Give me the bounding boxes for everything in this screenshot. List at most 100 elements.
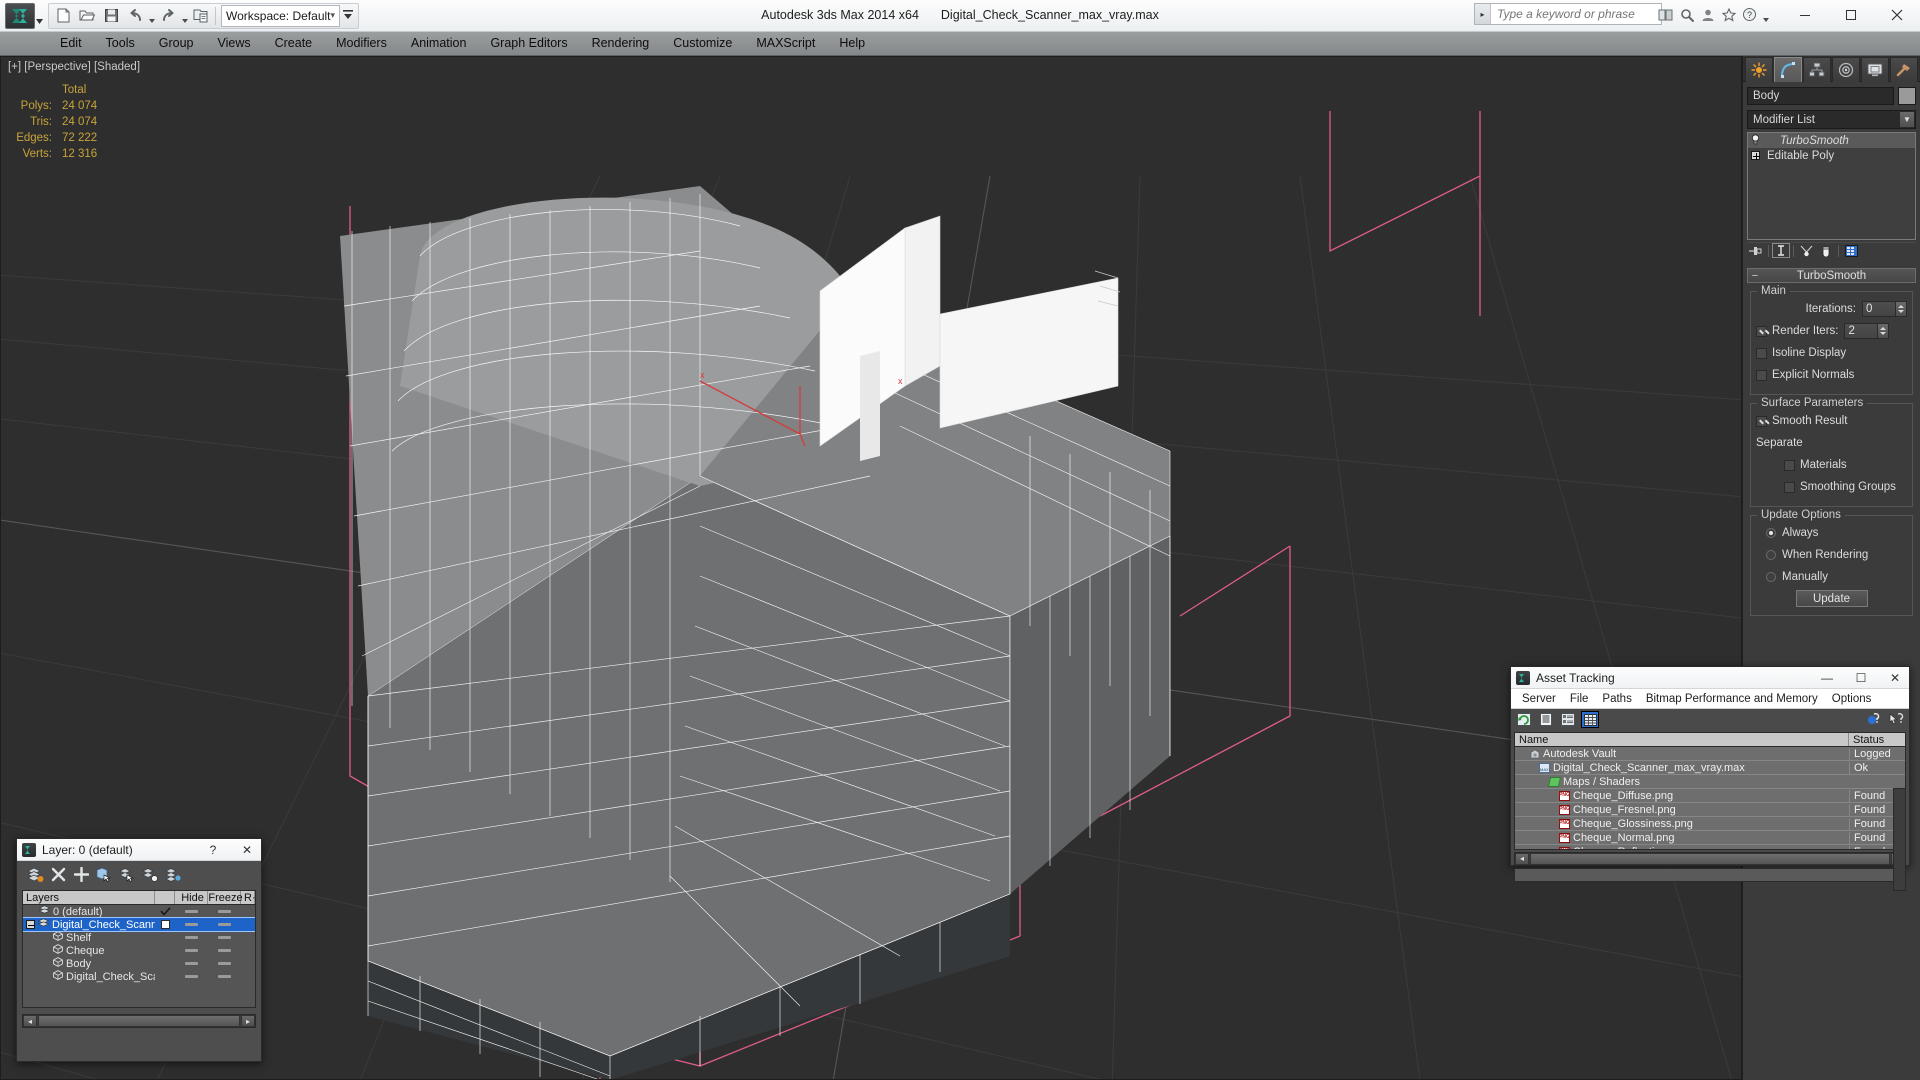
iterations-value[interactable]: 0 [1862,301,1896,317]
object-name-field[interactable]: Body [1747,87,1894,105]
materials-checkbox[interactable] [1784,459,1795,471]
lightbulb-icon[interactable] [1751,133,1760,148]
smoothing-groups-checkbox[interactable] [1784,481,1795,493]
turbosmooth-rollout-header[interactable]: − TurboSmooth [1747,268,1916,283]
layer-hide-toggle[interactable] [175,923,208,926]
menu-create[interactable]: Create [263,34,325,53]
tab-hierarchy[interactable] [1803,57,1831,82]
workspace-selector[interactable]: Workspace: Default ▾ [221,4,341,27]
layer-dialog-close-button[interactable]: ✕ [233,839,261,860]
modifier-list-dropdown[interactable]: Modifier List ▼ [1747,110,1916,129]
update-manually-row[interactable]: Manually [1756,568,1907,586]
tab-display[interactable] [1861,57,1889,82]
tab-modify[interactable] [1774,57,1802,82]
render-iters-checkbox[interactable] [1756,325,1767,337]
iterations-stepper-icon[interactable] [1896,301,1907,317]
signin-icon[interactable] [1698,5,1717,25]
layer-dialog[interactable]: Layer: 0 (default) ? ✕ Layers Hide Freez… [16,838,262,1062]
scroll-thumb[interactable] [1530,852,1890,865]
asset-row-vault[interactable]: Autodesk Vault Logged [1515,747,1905,761]
asset-row-maps-shaders[interactable]: Maps / Shaders [1515,775,1905,789]
configure-modifier-sets-icon[interactable] [1842,243,1860,258]
window-minimize-button[interactable] [1782,0,1828,30]
asset-row-cheque-reflection[interactable]: PNG Cheque_Reflection.png Found [1515,845,1905,849]
layer-row-default[interactable]: 0 (default) [23,905,255,918]
redo-icon[interactable] [156,4,180,27]
redo-dropdown-icon[interactable] [180,4,189,27]
app-logo-icon[interactable] [5,3,35,29]
menu-maxscript[interactable]: MAXScript [744,34,827,53]
app-menu-caret-icon[interactable] [35,3,44,29]
asset-row-cheque-normal[interactable]: PNG Cheque_Normal.png Found [1515,831,1905,845]
layer-freeze-toggle[interactable] [208,910,241,913]
scroll-left-icon[interactable]: ◂ [1515,852,1529,865]
asset-row-cheque-diffuse[interactable]: PNG Cheque_Diffuse.png Found [1515,789,1905,803]
favorites-star-icon[interactable] [1719,5,1738,25]
help-dropdown-icon[interactable] [1761,3,1770,26]
save-file-icon[interactable] [99,4,123,27]
menu-graph-editors[interactable]: Graph Editors [478,34,579,53]
asset-row-cheque-glossiness[interactable]: PNG Cheque_Glossiness.png Found [1515,817,1905,831]
undo-dropdown-icon[interactable] [147,4,156,27]
asset-dialog-maximize-button[interactable]: ☐ [1847,667,1875,688]
refresh-icon[interactable] [1515,711,1533,728]
scroll-left-icon[interactable]: ◂ [23,1015,37,1027]
asset-menu-file[interactable]: File [1563,691,1596,707]
asset-dialog-minimize-button[interactable]: — [1813,667,1841,688]
window-maximize-button[interactable] [1828,0,1874,30]
open-file-icon[interactable] [75,4,99,27]
create-new-layer-icon[interactable] [25,864,45,884]
asset-menu-options[interactable]: Options [1825,691,1879,707]
layer-freeze-toggle[interactable] [208,975,241,978]
layer-dialog-help-button[interactable]: ? [199,839,227,860]
window-close-button[interactable] [1874,0,1920,30]
asset-tracking-dialog[interactable]: Asset Tracking — ☐ ✕ Server File Paths B… [1510,666,1910,891]
layer-hide-toggle[interactable] [175,949,208,952]
layer-hide-toggle[interactable] [175,910,208,913]
menu-animation[interactable]: Animation [399,34,479,53]
select-highlighted-objects-icon[interactable] [117,864,137,884]
asset-list[interactable]: Autodesk Vault Logged Digital_Check_Scan… [1514,747,1906,850]
layer-row-body[interactable]: Body [23,957,255,970]
exchange-icon[interactable] [1656,5,1675,25]
remove-modifier-icon[interactable] [1817,243,1835,258]
layer-row-digital-check-scanner[interactable]: Digital_Check_Scanner [23,917,255,932]
grid-view-icon[interactable] [1581,711,1599,728]
asset-col-status[interactable]: Status [1849,733,1905,746]
iterations-spinner[interactable]: 0 [1862,301,1907,317]
project-folder-icon[interactable] [189,4,213,27]
collapse-minus-icon[interactable] [26,920,35,929]
stack-item-turbosmooth[interactable]: TurboSmooth [1748,133,1915,148]
delete-layer-icon[interactable] [48,864,68,884]
search-magnifier-icon[interactable] [1677,5,1696,25]
layer-horizontal-scrollbar[interactable]: ◂ ▸ [22,1014,256,1028]
layer-row-shelf[interactable]: Shelf [23,931,255,944]
layer-freeze-toggle[interactable] [208,936,241,939]
asset-menu-bitmap-performance[interactable]: Bitmap Performance and Memory [1639,691,1825,707]
layer-freeze-toggle[interactable] [208,923,241,926]
update-when-rendering-radio[interactable] [1766,550,1776,560]
asset-row-cheque-fresnel[interactable]: PNG Cheque_Fresnel.png Found [1515,803,1905,817]
select-objects-in-layer-icon[interactable] [94,864,114,884]
layer-hide-toggle[interactable] [175,936,208,939]
asset-vertical-scrollbar[interactable] [1893,788,1906,891]
layer-list[interactable]: 0 (default) Digital_Check_Scanner [22,905,256,1008]
layer-row-digital-check-scanner-object[interactable]: Digital_Check_Scanner [23,970,255,983]
menu-customize[interactable]: Customize [661,34,744,53]
help-circle-icon[interactable]: ? [1740,5,1759,25]
layer-current-checkbox[interactable] [155,920,175,929]
scroll-thumb[interactable] [38,1015,240,1027]
stack-item-editable-poly[interactable]: Editable Poly [1748,148,1915,163]
search-input[interactable] [1491,4,1661,24]
undo-icon[interactable] [123,4,147,27]
menu-modifiers[interactable]: Modifiers [324,34,399,53]
menu-rendering[interactable]: Rendering [580,34,662,53]
make-unique-icon[interactable] [1797,243,1815,258]
render-iters-spinner[interactable]: 2 [1844,323,1890,339]
layer-dialog-titlebar[interactable]: Layer: 0 (default) ? ✕ [17,839,261,861]
explicit-normals-checkbox[interactable] [1756,369,1767,381]
asset-row-max-file[interactable]: Digital_Check_Scanner_max_vray.max Ok [1515,761,1905,775]
asset-horizontal-scrollbar[interactable]: ◂ ▸ [1514,852,1906,865]
collapse-icon[interactable]: − [1748,270,1762,282]
details-view-icon[interactable] [1559,711,1577,728]
